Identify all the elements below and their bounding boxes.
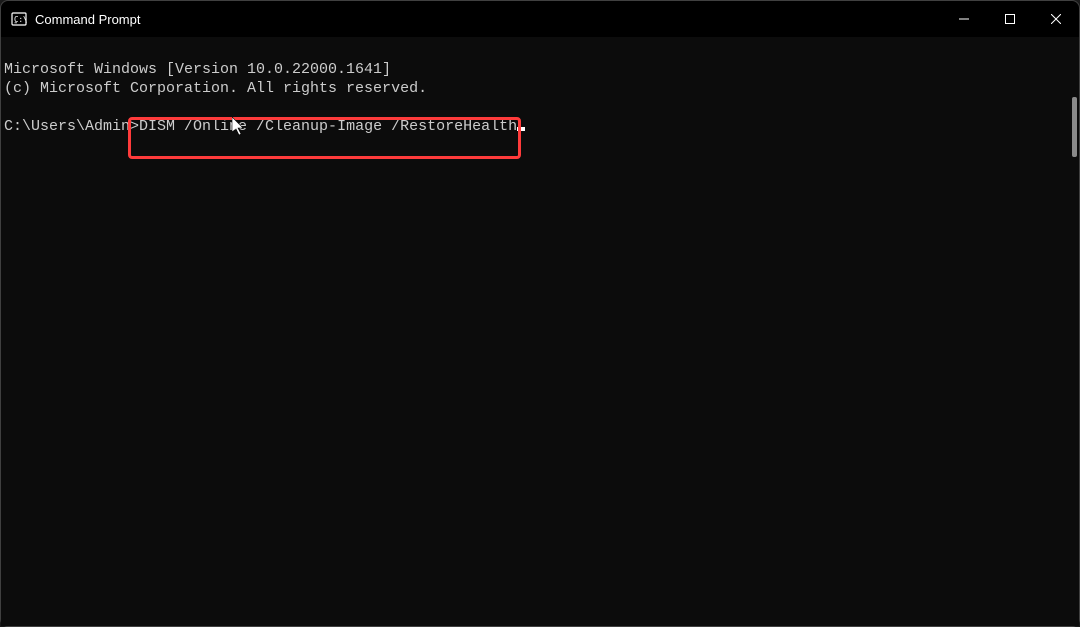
terminal-output[interactable]: Microsoft Windows [Version 10.0.22000.16… (1, 37, 1079, 626)
window-controls (941, 1, 1079, 37)
titlebar[interactable]: C:\ Command Prompt (1, 1, 1079, 37)
minimize-button[interactable] (941, 1, 987, 37)
maximize-icon (1005, 14, 1015, 24)
copyright-line: (c) Microsoft Corporation. All rights re… (4, 80, 427, 97)
minimize-icon (959, 14, 969, 24)
prompt-path: C:\Users\Admin> (4, 118, 139, 135)
version-line: Microsoft Windows [Version 10.0.22000.16… (4, 61, 391, 78)
command-prompt-window: C:\ Command Prompt (0, 0, 1080, 627)
close-button[interactable] (1033, 1, 1079, 37)
cmd-icon: C:\ (11, 11, 27, 27)
close-icon (1051, 14, 1061, 24)
scrollbar-thumb[interactable] (1072, 97, 1077, 157)
text-cursor (517, 127, 525, 131)
window-title: Command Prompt (35, 12, 941, 27)
maximize-button[interactable] (987, 1, 1033, 37)
command-text: DISM /Online /Cleanup-Image /RestoreHeal… (139, 118, 517, 135)
